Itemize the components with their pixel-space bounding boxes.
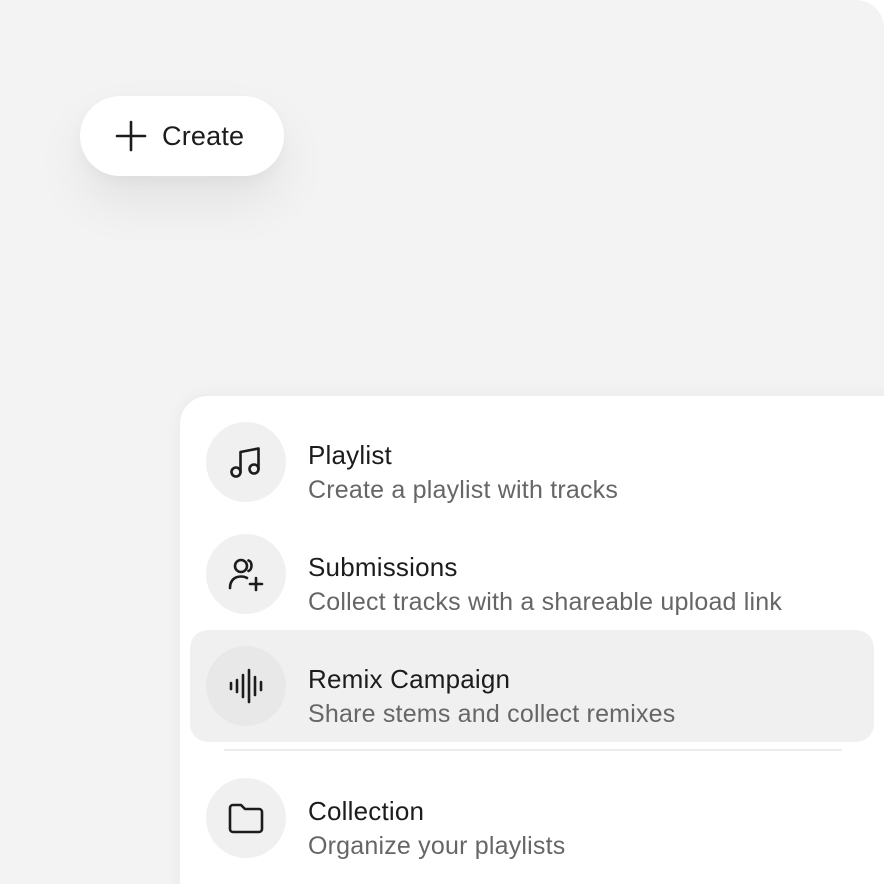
audio-waveform-icon: [229, 668, 263, 704]
menu-item-collection[interactable]: Collection Organize your playlists: [190, 762, 874, 874]
menu-item-description: Organize your playlists: [308, 832, 566, 860]
menu-item-icon-container: [206, 646, 286, 726]
menu-item-playlist[interactable]: Playlist Create a playlist with tracks: [190, 406, 874, 518]
menu-item-description: Create a playlist with tracks: [308, 476, 619, 504]
menu-item-description: Collect tracks with a shareable upload l…: [308, 588, 783, 616]
menu-item-title: Playlist: [308, 440, 392, 470]
menu-item-title: Remix Campaign: [308, 664, 511, 694]
menu-item-remix-campaign[interactable]: Remix Campaign Share stems and collect r…: [190, 630, 874, 742]
create-button-label: Create: [162, 120, 245, 151]
user-plus-icon: [228, 558, 264, 592]
plus-icon: [115, 120, 147, 152]
menu-item-title: Submissions: [308, 552, 458, 582]
music-note-icon: [230, 447, 260, 478]
menu-divider: [224, 749, 842, 751]
menu-item-submissions[interactable]: Submissions Collect tracks with a sharea…: [190, 518, 874, 630]
menu-item-icon-container: [206, 534, 286, 614]
menu-item-title: Collection: [308, 796, 425, 826]
menu-item-icon-container: [206, 778, 286, 858]
menu-item-icon-container: [206, 422, 286, 502]
create-menu: Playlist Create a playlist with tracks S…: [180, 396, 884, 884]
folder-icon: [228, 803, 264, 834]
menu-item-description: Share stems and collect remixes: [308, 700, 676, 728]
create-button[interactable]: Create: [80, 96, 284, 176]
canvas: Create Playlist Create a playlist with t…: [0, 0, 884, 884]
